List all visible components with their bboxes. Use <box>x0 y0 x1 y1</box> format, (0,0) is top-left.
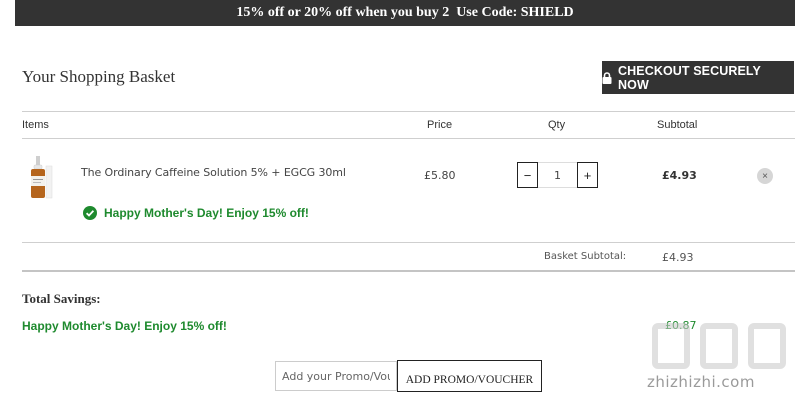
product-subtotal: £4.93 <box>662 169 697 182</box>
item-offer-text: Happy Mother's Day! Enjoy 15% off! <box>104 206 309 220</box>
basket-subtotal-label: Basket Subtotal: <box>544 251 627 262</box>
checkout-button[interactable]: CHECKOUT SECURELY NOW <box>602 61 794 94</box>
divider <box>22 138 795 139</box>
column-header-qty: Qty <box>548 119 566 131</box>
checkout-label: CHECKOUT SECURELY NOW <box>618 63 761 92</box>
column-header-items: Items <box>22 119 49 131</box>
divider <box>22 270 795 272</box>
total-savings-title: Total Savings: <box>22 291 101 306</box>
column-header-subtotal: Subtotal <box>657 119 698 131</box>
watermark-text: zhizhizhi.com <box>647 373 755 391</box>
promo-code-input[interactable] <box>275 361 397 391</box>
savings-offer-text: Happy Mother's Day! Enjoy 15% off! <box>22 319 227 333</box>
product-name[interactable]: The Ordinary Caffeine Solution 5% + EGCG… <box>81 166 346 179</box>
qty-input[interactable] <box>538 162 577 188</box>
remove-item-button[interactable]: × <box>757 168 773 184</box>
check-circle-icon <box>83 206 97 220</box>
product-price: £5.80 <box>424 169 456 182</box>
qty-increase-button[interactable]: + <box>577 162 598 188</box>
product-image[interactable] <box>26 154 56 200</box>
page-title: Your Shopping Basket <box>22 67 176 86</box>
quantity-stepper: − + <box>517 162 598 188</box>
promo-banner: 15% off or 20% off when you buy 2 Use Co… <box>15 0 795 26</box>
item-offer: Happy Mother's Day! Enjoy 15% off! <box>83 206 309 220</box>
divider <box>22 242 795 243</box>
basket-subtotal-value: £4.93 <box>662 251 694 264</box>
column-header-price: Price <box>427 119 453 131</box>
divider <box>22 111 795 112</box>
lock-icon <box>602 71 612 84</box>
qty-decrease-button[interactable]: − <box>517 162 538 188</box>
add-promo-button-label: ADD PROMO/VOUCHER <box>405 374 534 386</box>
